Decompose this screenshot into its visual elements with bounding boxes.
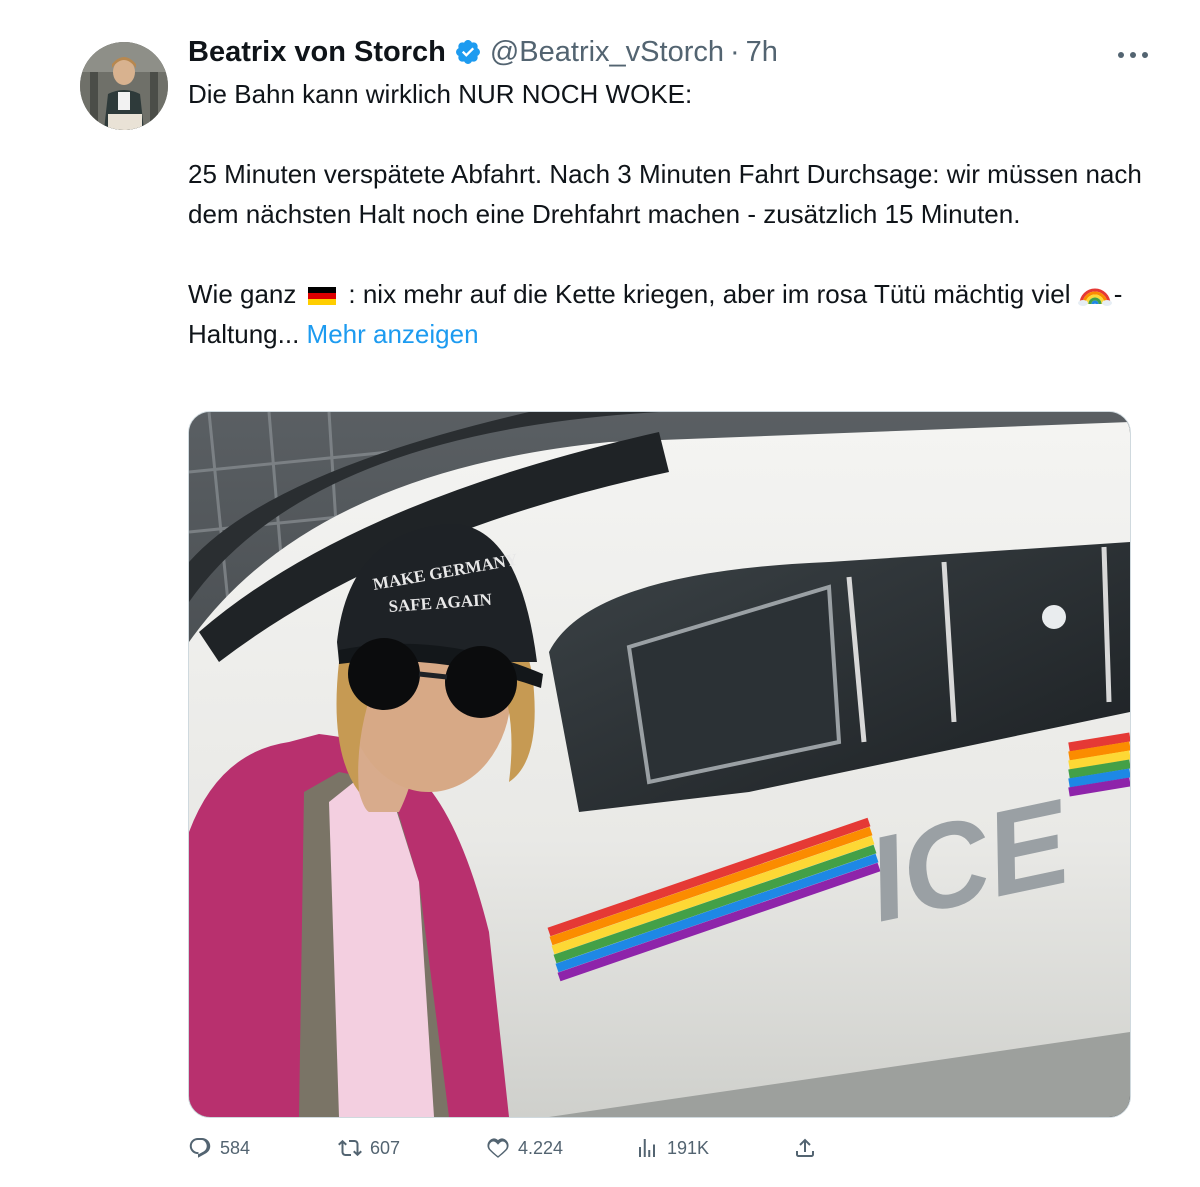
tweet-header: Beatrix von Storch @Beatrix_vStorch · 7h [188, 32, 778, 72]
separator-dot: · [729, 35, 740, 68]
tweet-line-1: Die Bahn kann wirklich NUR NOCH WOKE: [188, 79, 693, 109]
tweet-line-3b: : nix mehr auf die Kette kriegen, aber i… [348, 279, 1071, 309]
tweet-media-photo[interactable]: ICE MAKE GERMANY SAFE AGAIN [188, 411, 1131, 1118]
retweet-icon [338, 1139, 362, 1157]
author-avatar[interactable] [80, 42, 168, 130]
tweet-actions: 584 607 4.224 191K [188, 1128, 828, 1168]
tweet-text: Die Bahn kann wirklich NUR NOCH WOKE: 25… [188, 74, 1148, 354]
show-more-link[interactable]: Mehr anzeigen [307, 319, 479, 349]
like-count: 4.224 [518, 1137, 564, 1158]
rainbow-icon [1077, 288, 1112, 306]
author-handle[interactable]: @Beatrix_vStorch [490, 36, 724, 69]
retweet-count: 607 [370, 1137, 401, 1158]
reply-button[interactable]: 584 [188, 1128, 250, 1168]
german-flag-icon [308, 287, 337, 305]
verified-badge-icon [455, 40, 480, 64]
reply-icon [189, 1138, 211, 1158]
tweet-line-2: 25 Minuten verspätete Abfahrt. Nach 3 Mi… [188, 159, 1142, 229]
heart-icon [487, 1138, 509, 1158]
author-name[interactable]: Beatrix von Storch [188, 36, 446, 69]
like-button[interactable]: 4.224 [486, 1128, 563, 1168]
tweet-timestamp[interactable]: 7h [746, 36, 778, 69]
share-button[interactable] [793, 1128, 825, 1168]
views-count: 191K [667, 1137, 710, 1158]
views-chart-icon [639, 1139, 655, 1157]
avatar-photo [80, 42, 168, 130]
tweet-line-3a: Wie ganz [188, 279, 297, 309]
reply-count: 584 [220, 1137, 251, 1158]
more-options-icon[interactable] [1108, 38, 1158, 72]
retweet-button[interactable]: 607 [338, 1128, 400, 1168]
tweet-line-3: Wie ganz : nix mehr auf die Kette kriegen… [188, 274, 1148, 354]
views-button[interactable]: 191K [635, 1128, 709, 1168]
share-icon [796, 1138, 814, 1157]
photo-illustration: ICE MAKE GERMANY SAFE AGAIN [189, 412, 1130, 1117]
